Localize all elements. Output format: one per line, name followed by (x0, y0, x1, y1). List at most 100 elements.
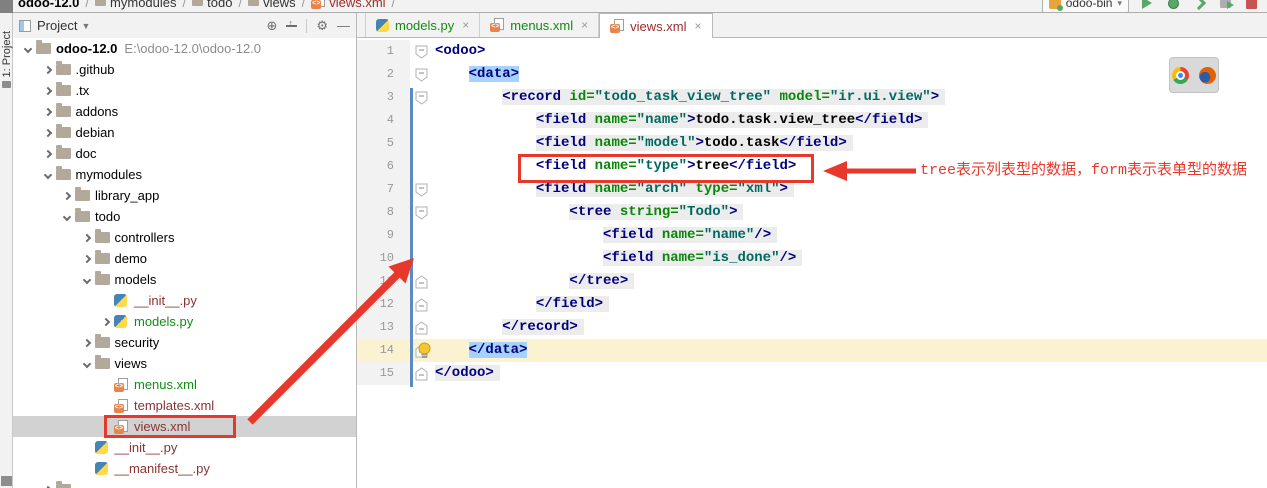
fold-marker-icon[interactable] (410, 293, 433, 316)
run-config-select[interactable]: odoo-bin ▾ (1041, 0, 1129, 12)
tree-row-debian[interactable]: debian (13, 122, 356, 143)
fold-marker-icon[interactable] (410, 270, 433, 293)
tree-chevron-icon[interactable] (79, 254, 95, 263)
fold-marker-icon[interactable] (410, 63, 433, 86)
profiler-icon[interactable] (1217, 0, 1234, 11)
code-line-4[interactable]: 4 <field name="name">todo.task.view_tree… (357, 109, 1267, 132)
breadcrumb-item[interactable]: odoo-12.0 (18, 0, 79, 10)
fold-marker-icon[interactable] (410, 362, 433, 385)
tree-row-security[interactable]: security (13, 332, 356, 353)
code-text[interactable]: <tree string="Todo"> (433, 201, 1267, 224)
code-text[interactable]: <field name="is_done"/> (433, 247, 1267, 270)
tree-row-addons[interactable]: addons (13, 101, 356, 122)
tab-menus-xml[interactable]: <> menus.xml × (480, 13, 600, 37)
breadcrumb-item[interactable]: mymodules (95, 0, 177, 10)
hide-panel-icon[interactable]: — (337, 19, 350, 32)
tree-row-library-app[interactable]: library_app (13, 185, 356, 206)
tree-chevron-icon[interactable] (98, 317, 114, 326)
tree-row--tx[interactable]: .tx (13, 80, 356, 101)
code-line-15[interactable]: 15 </odoo> (357, 362, 1267, 385)
tree-row--github[interactable]: .github (13, 59, 356, 80)
code-line-11[interactable]: 11 </tree> (357, 270, 1267, 293)
tree-chevron-icon[interactable] (79, 233, 95, 242)
close-icon[interactable]: × (581, 18, 588, 32)
code-text[interactable]: <field name="name">todo.task.view_tree</… (433, 109, 1267, 132)
code-text[interactable]: <odoo> (433, 40, 1267, 63)
stripe-bottom-icon[interactable] (1, 476, 12, 486)
tree-chevron-icon[interactable] (59, 191, 75, 200)
tab-models-py[interactable]: models.py × (365, 13, 481, 37)
code-text[interactable]: </odoo> (433, 362, 1267, 385)
code-line-8[interactable]: 8 <tree string="Todo"> (357, 201, 1267, 224)
project-title[interactable]: Project (37, 18, 77, 33)
tree-chevron-icon[interactable] (59, 212, 75, 221)
gear-icon[interactable]: ⚙ (316, 19, 328, 32)
tree-row-models-py[interactable]: models.py (13, 311, 356, 332)
tree-row-menus-xml[interactable]: <> menus.xml (13, 374, 356, 395)
tree-chevron-icon[interactable] (40, 86, 56, 95)
fold-marker-icon[interactable] (410, 201, 433, 224)
tree-row--manifest-py[interactable]: __manifest__.py (13, 458, 356, 479)
tree-row--init-py[interactable]: __init__.py (13, 290, 356, 311)
fold-marker-icon[interactable] (410, 40, 433, 63)
code-text[interactable]: </field> (433, 293, 1267, 316)
intention-bulb-icon[interactable] (417, 342, 432, 359)
breadcrumb-item[interactable]: <> views.xml (311, 0, 386, 10)
code-line-13[interactable]: 13 </record> (357, 316, 1267, 339)
firefox-icon[interactable] (1199, 66, 1216, 84)
tree-row-models[interactable]: models (13, 269, 356, 290)
fold-marker-icon[interactable] (410, 86, 433, 109)
code-text[interactable]: <field name="model">todo.task</field> (433, 132, 1267, 155)
tree-row-todo[interactable]: todo (13, 206, 356, 227)
code-text[interactable]: </data> (433, 339, 1267, 362)
code-line-14[interactable]: 14 </data> (357, 339, 1267, 362)
code-text[interactable]: </tree> (433, 270, 1267, 293)
chevron-down-icon[interactable]: ▼ (81, 21, 90, 31)
tree-chevron-icon[interactable] (79, 275, 95, 284)
tree-row-views[interactable]: views (13, 353, 356, 374)
close-icon[interactable]: × (694, 19, 701, 33)
tree-chevron-icon[interactable] (40, 107, 56, 116)
code-line-10[interactable]: 10 <field name="is_done"/> (357, 247, 1267, 270)
tree-chevron-icon[interactable] (40, 170, 56, 179)
breadcrumb-item[interactable]: todo (192, 0, 232, 10)
tree-chevron-icon[interactable] (79, 338, 95, 347)
stop-icon[interactable] (1243, 0, 1259, 11)
debug-icon[interactable] (1165, 0, 1181, 11)
code-text[interactable]: <record id="todo_task_view_tree" model="… (433, 86, 1267, 109)
chrome-icon[interactable] (1172, 66, 1189, 84)
tree-row-templates-xml[interactable]: <> templates.xml (13, 395, 356, 416)
tree-row-odoo-12-0[interactable]: odoo-12.0 E:\odoo-12.0\odoo-12.0 (13, 38, 356, 59)
code-line-2[interactable]: 2 <data> (357, 63, 1267, 86)
tree-chevron-icon[interactable] (40, 65, 56, 74)
tree-row-doc[interactable]: doc (13, 143, 356, 164)
code-line-9[interactable]: 9 <field name="name"/> (357, 224, 1267, 247)
tab-views-xml[interactable]: <> views.xml × (599, 13, 713, 38)
tree-chevron-icon[interactable] (20, 44, 36, 53)
locate-icon[interactable]: ⊕ (266, 19, 277, 32)
fold-marker-icon[interactable] (410, 178, 433, 201)
project-stripe-button[interactable]: 1: Project (0, 31, 13, 141)
coverage-icon[interactable] (1191, 0, 1207, 11)
code-line-12[interactable]: 12 </field> (357, 293, 1267, 316)
code-text[interactable]: <field name="name"/> (433, 224, 1267, 247)
tree-chevron-icon[interactable] (40, 128, 56, 137)
tree-row--init-py[interactable]: __init__.py (13, 437, 356, 458)
code-line-3[interactable]: 3 <record id="todo_task_view_tree" model… (357, 86, 1267, 109)
tree-row[interactable] (13, 479, 356, 488)
tree-chevron-icon[interactable] (40, 149, 56, 158)
code-text[interactable]: </record> (433, 316, 1267, 339)
tree-row-controllers[interactable]: controllers (13, 227, 356, 248)
tree-row-demo[interactable]: demo (13, 248, 356, 269)
close-icon[interactable]: × (462, 18, 469, 32)
code-area[interactable]: 1 <odoo> 2 <data> 3 <record id="todo_task_v… (357, 38, 1267, 488)
code-text[interactable]: <data> (433, 63, 1267, 86)
tree-chevron-icon[interactable] (79, 359, 95, 368)
run-icon[interactable] (1139, 0, 1155, 11)
code-line-1[interactable]: 1 <odoo> (357, 40, 1267, 63)
code-line-5[interactable]: 5 <field name="model">todo.task</field> (357, 132, 1267, 155)
collapse-all-icon[interactable] (286, 18, 298, 32)
tree-row-mymodules[interactable]: mymodules (13, 164, 356, 185)
fold-marker-icon[interactable] (410, 316, 433, 339)
breadcrumb-item[interactable]: views (248, 0, 296, 10)
